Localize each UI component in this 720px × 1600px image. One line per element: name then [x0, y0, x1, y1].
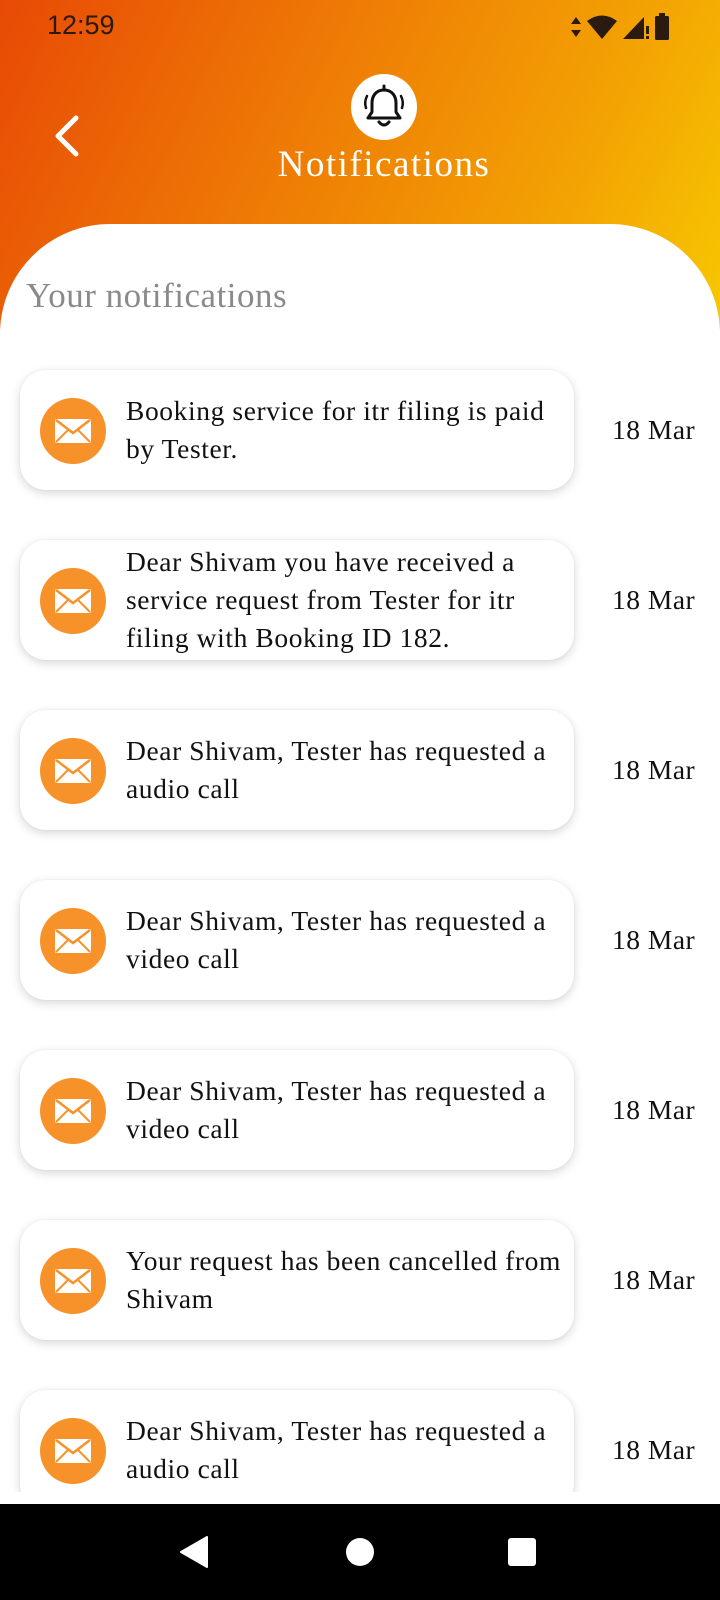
notification-message: Dear Shivam, Tester has requested a vide… — [126, 905, 547, 974]
notification-date: 18 Mar — [612, 1264, 696, 1295]
page-title: Notifications — [277, 144, 491, 185]
notification-card[interactable]: Dear Shivam, Tester has requested a vide… — [20, 1050, 574, 1170]
status-bar: 12:59 — [0, 0, 720, 56]
notification-message: Dear Shivam, Tester has requested a vide… — [126, 1075, 547, 1144]
back-triangle-icon — [180, 1536, 208, 1568]
notification-date: 18 Mar — [612, 414, 696, 445]
mail-icon — [40, 1418, 106, 1484]
nav-recents-button[interactable] — [494, 1524, 550, 1580]
notification-date: 18 Mar — [612, 754, 696, 785]
notification-row: Dear Shivam you have received a service … — [0, 540, 720, 660]
mail-icon — [40, 568, 106, 634]
status-time: 12:59 — [47, 10, 115, 40]
notification-card[interactable]: Dear Shivam, Tester has requested a audi… — [20, 1390, 574, 1492]
notification-row: Dear Shivam, Tester has requested a audi… — [0, 1390, 720, 1492]
notification-list[interactable]: Booking service for itr filing is paid b… — [0, 320, 720, 1492]
notification-message: Booking service for itr filing is paid b… — [126, 395, 545, 464]
notification-date: 18 Mar — [612, 924, 696, 955]
notification-row: Your request has been cancelled from Shi… — [0, 1220, 720, 1340]
notification-date: 18 Mar — [612, 584, 696, 615]
mail-icon — [40, 1078, 106, 1144]
notification-row: Dear Shivam, Tester has requested a audi… — [0, 710, 720, 830]
nav-home-button[interactable] — [332, 1524, 388, 1580]
mail-icon — [40, 908, 106, 974]
bell-icon — [363, 84, 405, 127]
notification-card[interactable]: Booking service for itr filing is paid b… — [20, 370, 574, 490]
status-icons — [570, 12, 670, 42]
signal-icon — [623, 17, 649, 39]
notification-card[interactable]: Your request has been cancelled from Shi… — [20, 1220, 574, 1340]
home-circle-icon — [346, 1538, 374, 1566]
data-arrows-icon — [571, 17, 581, 37]
section-heading: Your notifications — [26, 276, 288, 315]
notification-row: Dear Shivam, Tester has requested a vide… — [0, 880, 720, 1000]
notification-row: Booking service for itr filing is paid b… — [0, 370, 720, 490]
notification-message: Dear Shivam, Tester has requested a audi… — [126, 735, 547, 804]
notification-row: Dear Shivam, Tester has requested a vide… — [0, 1050, 720, 1170]
system-nav-bar — [0, 1504, 720, 1600]
recents-square-icon — [508, 1538, 536, 1566]
notification-message: Your request has been cancelled from Shi… — [126, 1245, 561, 1314]
mail-icon — [40, 1248, 106, 1314]
notification-card[interactable]: Dear Shivam, Tester has requested a vide… — [20, 880, 574, 1000]
notification-date: 18 Mar — [612, 1434, 696, 1465]
mail-icon — [40, 738, 106, 804]
notification-message: Dear Shivam you have received a service … — [126, 546, 515, 653]
notification-date: 18 Mar — [612, 1094, 696, 1125]
notification-card[interactable]: Dear Shivam, Tester has requested a audi… — [20, 710, 574, 830]
mail-icon — [40, 398, 106, 464]
wifi-icon — [587, 15, 617, 39]
header-bell-badge — [351, 74, 417, 140]
notification-message: Dear Shivam, Tester has requested a audi… — [126, 1415, 547, 1484]
battery-icon — [655, 13, 669, 40]
notification-card[interactable]: Dear Shivam you have received a service … — [20, 540, 574, 660]
nav-back-button[interactable] — [166, 1524, 222, 1580]
